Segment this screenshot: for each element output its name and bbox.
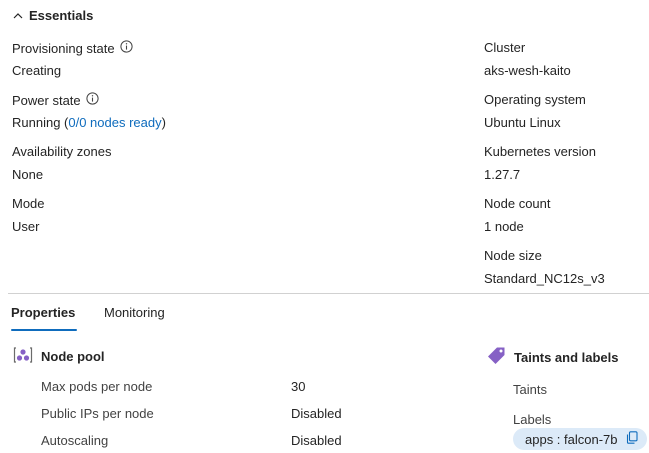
public-ips-value: Disabled: [291, 406, 342, 421]
availability-zones-value: None: [12, 167, 44, 182]
kubernetes-version-link[interactable]: 1.27.7: [484, 167, 520, 182]
max-pods-value: 30: [291, 379, 306, 394]
tab-properties[interactable]: Properties: [11, 305, 75, 320]
node-pool-icon: [13, 346, 33, 367]
operating-system-label: Operating system: [484, 92, 586, 107]
power-state-label: Power state: [12, 92, 99, 108]
cluster-link[interactable]: aks-wesh-kaito: [484, 63, 571, 78]
chevron-up-icon: [12, 10, 24, 22]
power-state-value: Running (0/0 nodes ready): [12, 115, 166, 130]
copy-icon[interactable]: [626, 431, 638, 447]
essentials-label: Essentials: [29, 8, 94, 23]
labels-label: Labels: [513, 412, 552, 427]
label-chip-text: apps : falcon-7b: [525, 431, 618, 447]
node-size-value: Standard_NC12s_v3: [484, 271, 605, 286]
provisioning-state-label: Provisioning state: [12, 40, 133, 56]
info-icon[interactable]: [86, 92, 99, 108]
node-count-label: Node count: [484, 196, 551, 211]
cluster-label: Cluster: [484, 40, 526, 55]
node-pool-title: Node pool: [41, 349, 105, 364]
availability-zones-label: Availability zones: [12, 144, 112, 159]
essentials-toggle[interactable]: Essentials: [12, 8, 93, 23]
mode-value: User: [12, 219, 40, 234]
provisioning-state-value: Creating: [12, 63, 62, 78]
max-pods-label: Max pods per node: [41, 379, 153, 394]
taints-labels-heading: Taints and labels: [486, 346, 619, 369]
nodes-ready-link[interactable]: 0/0 nodes ready: [68, 115, 161, 130]
active-tab-indicator: [11, 329, 77, 331]
node-size-label: Node size: [484, 248, 542, 263]
node-pool-heading: Node pool: [13, 346, 105, 367]
autoscaling-link[interactable]: Disabled: [291, 433, 342, 448]
taints-labels-title: Taints and labels: [514, 350, 619, 365]
public-ips-label: Public IPs per node: [41, 406, 154, 421]
essentials-divider: [8, 293, 649, 294]
operating-system-value: Ubuntu Linux: [484, 115, 561, 130]
power-state-suffix: ): [161, 115, 166, 130]
provisioning-state-label-text: Provisioning state: [12, 40, 115, 56]
tag-icon: [486, 346, 506, 369]
autoscaling-label: Autoscaling: [41, 433, 109, 448]
taints-label: Taints: [513, 382, 547, 397]
info-icon[interactable]: [120, 40, 133, 56]
power-state-label-text: Power state: [12, 92, 81, 108]
power-state-prefix: Running (: [12, 115, 69, 130]
mode-label: Mode: [12, 196, 45, 211]
label-chip[interactable]: apps : falcon-7b: [513, 428, 647, 450]
kubernetes-version-label: Kubernetes version: [484, 144, 597, 159]
tab-monitoring[interactable]: Monitoring: [104, 305, 165, 320]
node-count-link[interactable]: 1 node: [484, 219, 524, 234]
